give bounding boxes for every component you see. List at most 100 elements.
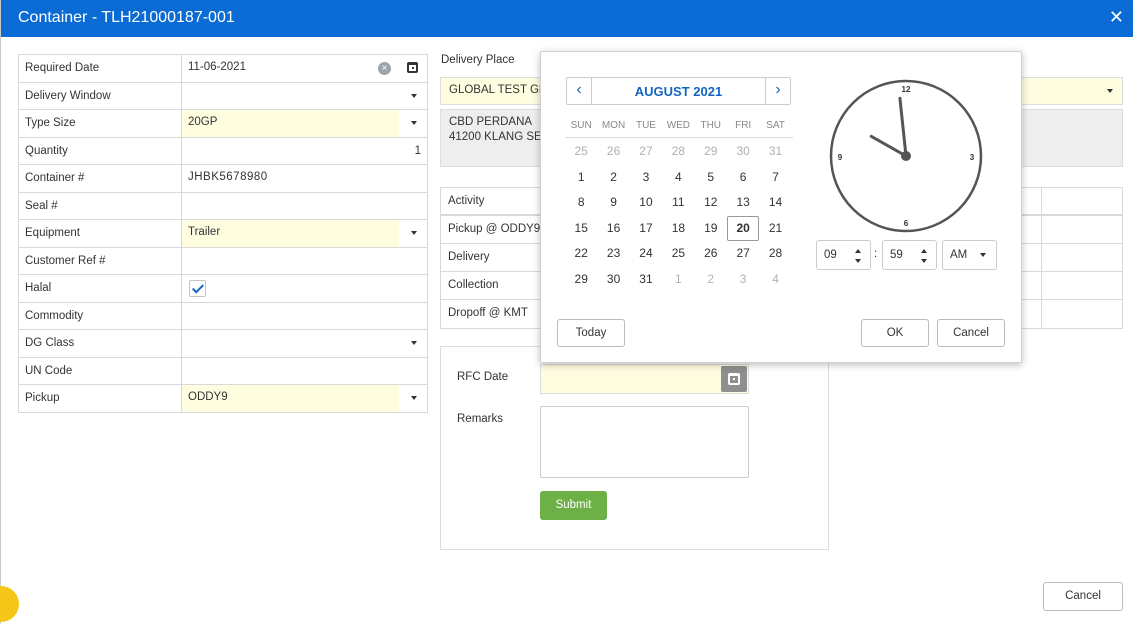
cancel-button[interactable]: Cancel <box>1043 582 1123 611</box>
calendar-day[interactable]: 2 <box>695 267 727 293</box>
chevron-down-icon[interactable] <box>980 253 986 257</box>
next-month-button[interactable]: › <box>765 78 790 104</box>
calendar-day[interactable]: 13 <box>727 190 759 216</box>
seal-number-input[interactable] <box>182 193 427 220</box>
quantity-input[interactable]: 1 <box>182 138 427 165</box>
increment-icon[interactable] <box>921 249 927 253</box>
chevron-down-icon[interactable] <box>411 93 417 98</box>
form-label: Quantity <box>19 137 182 164</box>
calendar-day[interactable]: 14 <box>759 190 791 216</box>
form-row-un-code: UN Code <box>19 357 427 385</box>
calendar-day[interactable]: 23 <box>597 241 629 267</box>
calendar-day[interactable]: 10 <box>630 190 662 216</box>
required-date-input[interactable]: 11-06-2021 × <box>182 55 427 82</box>
calendar-day[interactable]: 22 <box>565 241 597 267</box>
halal-checkbox[interactable] <box>189 280 206 297</box>
chevron-down-icon[interactable] <box>411 341 417 345</box>
submit-button[interactable]: Submit <box>540 491 607 520</box>
calendar-day[interactable]: 28 <box>662 139 694 165</box>
datetime-picker-popup: ‹ AUGUST 2021 › SUN MON TUE WED THU FRI SAT 25… <box>540 51 1022 363</box>
calendar-day[interactable]: 11 <box>662 190 694 216</box>
analog-clock[interactable]: 12 3 6 9 <box>829 79 983 233</box>
calendar-day[interactable]: 12 <box>695 190 727 216</box>
calendar-day[interactable]: 17 <box>630 216 662 242</box>
commodity-input[interactable] <box>182 303 427 330</box>
ampm-select[interactable]: AM <box>942 240 997 270</box>
calendar-day[interactable]: 30 <box>597 267 629 293</box>
calendar-day[interactable]: 2 <box>597 165 629 191</box>
calendar-day[interactable]: 28 <box>759 241 791 267</box>
chevron-down-icon[interactable] <box>1107 89 1113 93</box>
calendar-icon[interactable] <box>407 62 418 73</box>
calendar-day[interactable]: 1 <box>662 267 694 293</box>
calendar-day[interactable]: 31 <box>759 139 791 165</box>
hour-spinner[interactable]: 09 <box>816 240 871 270</box>
rfc-calendar-button[interactable] <box>721 366 747 392</box>
remarks-textarea[interactable] <box>540 406 749 478</box>
activity-cell: Collection <box>448 279 499 291</box>
weekday-label: MON <box>601 120 626 131</box>
calendar-day[interactable]: 8 <box>565 190 597 216</box>
calendar-day[interactable]: 26 <box>597 139 629 165</box>
chevron-down-icon[interactable] <box>411 396 417 400</box>
container-number-input[interactable]: JHBK5678980 <box>182 165 427 192</box>
calendar-day[interactable]: 4 <box>662 165 694 191</box>
form-label: Customer Ref # <box>19 247 182 274</box>
calendar-day[interactable]: 29 <box>695 139 727 165</box>
calendar-day[interactable]: 27 <box>630 139 662 165</box>
chevron-down-icon[interactable] <box>411 231 417 235</box>
type-size-select[interactable]: 20GP <box>182 110 399 137</box>
calendar-day[interactable]: 3 <box>630 165 662 191</box>
calendar-day[interactable]: 1 <box>565 165 597 191</box>
form-label: Delivery Window <box>19 82 182 109</box>
clock-numeral: 9 <box>838 153 843 162</box>
calendar-day[interactable]: 25 <box>662 241 694 267</box>
calendar-day[interactable]: 25 <box>565 139 597 165</box>
calendar-day[interactable]: 29 <box>565 267 597 293</box>
picker-cancel-button[interactable]: Cancel <box>937 319 1005 347</box>
calendar-day[interactable]: 9 <box>597 190 629 216</box>
calendar-day[interactable]: 7 <box>759 165 791 191</box>
chevron-down-icon[interactable] <box>411 121 417 125</box>
calendar-day[interactable]: 16 <box>597 216 629 242</box>
calendar-day[interactable]: 27 <box>727 241 759 267</box>
weekday-label: THU <box>700 120 722 131</box>
calendar-day[interactable]: 4 <box>759 267 791 293</box>
close-icon[interactable]: ✕ <box>1109 7 1124 28</box>
customer-ref-input[interactable] <box>182 248 427 275</box>
calendar-day[interactable]: 6 <box>727 165 759 191</box>
clear-icon[interactable]: × <box>378 62 391 75</box>
form-row-type-size: Type Size 20GP <box>19 110 427 138</box>
dg-class-select[interactable] <box>182 330 427 357</box>
calendar-day[interactable]: 30 <box>727 139 759 165</box>
calendar-days-grid: 25 26 27 28 29 30 31 1 2 3 4 5 6 7 8 9 10 11 12 13 14 15 16 17 1… <box>565 139 793 292</box>
calendar-icon <box>728 373 740 385</box>
required-date-value: 11-06-2021 <box>188 61 246 73</box>
increment-icon[interactable] <box>855 249 861 253</box>
equipment-select[interactable]: Trailer <box>182 220 399 247</box>
calendar-day[interactable]: 3 <box>727 267 759 293</box>
decrement-icon[interactable] <box>921 259 927 263</box>
form-row-dg-class: DG Class <box>19 330 427 358</box>
calendar-day[interactable]: 24 <box>630 241 662 267</box>
help-bubble[interactable] <box>0 586 19 622</box>
calendar-day[interactable]: 31 <box>630 267 662 293</box>
minute-spinner[interactable]: 59 <box>882 240 937 270</box>
month-title[interactable]: AUGUST 2021 <box>592 84 765 99</box>
calendar-day[interactable]: 18 <box>662 216 694 242</box>
calendar-day[interactable]: 26 <box>695 241 727 267</box>
prev-month-button[interactable]: ‹ <box>567 78 592 104</box>
delivery-window-select[interactable] <box>182 83 427 110</box>
pickup-select[interactable]: ODDY9 <box>182 385 399 412</box>
calendar-day[interactable]: 15 <box>565 216 597 242</box>
rfc-date-input[interactable] <box>540 364 749 394</box>
calendar-day[interactable]: 19 <box>695 216 727 242</box>
decrement-icon[interactable] <box>855 259 861 263</box>
calendar-day[interactable]: 5 <box>695 165 727 191</box>
today-button[interactable]: Today <box>557 319 625 347</box>
calendar-day[interactable]: 21 <box>759 216 791 242</box>
ok-button[interactable]: OK <box>861 319 929 347</box>
hour-value: 09 <box>824 249 837 261</box>
un-code-input[interactable] <box>182 358 427 385</box>
calendar-day-selected[interactable]: 20 <box>726 215 760 241</box>
